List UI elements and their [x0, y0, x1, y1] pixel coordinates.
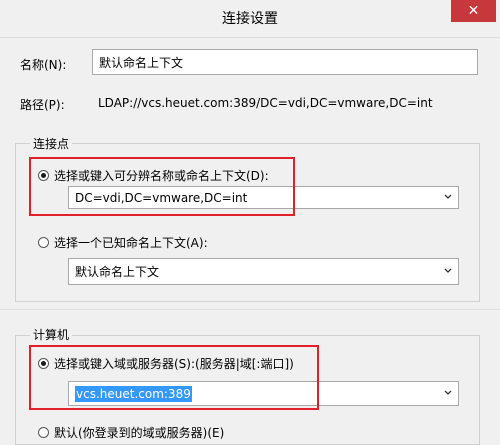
radio-known-label: 选择一个已知命名上下文(A): [54, 236, 208, 250]
known-combobox-value: 默认命名上下文 [75, 265, 160, 279]
computer-title: 计算机 [30, 326, 73, 343]
name-input-value: 默认命名上下文 [99, 55, 184, 70]
chevron-down-icon[interactable] [444, 192, 452, 200]
close-icon: ✕ [467, 3, 480, 19]
name-input[interactable]: 默认命名上下文 [92, 49, 478, 75]
radio-distinguished-label: 选择或键入可分辨名称或命名上下文(D): [54, 169, 269, 183]
connection-point-title: 连接点 [30, 135, 73, 152]
server-selected-text: vcs.heuet.com:389 [75, 385, 192, 402]
server-combobox[interactable]: vcs.heuet.com:389 [68, 381, 459, 406]
radio-checked-icon[interactable] [38, 358, 49, 369]
radio-domain-server[interactable]: 选择或键入域或服务器(S):(服务器|域[:端口]) [38, 355, 294, 372]
close-button[interactable]: ✕ [451, 0, 496, 22]
known-context-combobox[interactable]: 默认命名上下文 [68, 258, 459, 285]
radio-distinguished-name[interactable]: 选择或键入可分辨名称或命名上下文(D): [38, 167, 269, 184]
chevron-down-icon[interactable] [444, 388, 452, 396]
path-label: 路径(P): [20, 98, 65, 112]
server-combobox-value: vcs.heuet.com:389 [75, 382, 192, 405]
radio-unchecked-icon[interactable] [38, 237, 49, 248]
path-value: LDAP://vcs.heuet.com:389/DC=vdi,DC=vmwar… [98, 96, 433, 110]
radio-default-label: 默认(你登录到的域或服务器)(E) [54, 426, 225, 440]
radio-checked-icon[interactable] [38, 170, 49, 181]
dn-combobox-value: DC=vdi,DC=vmware,DC=int [75, 190, 248, 205]
radio-unchecked-icon[interactable] [38, 427, 49, 438]
name-label: 名称(N): [20, 58, 67, 72]
window-title: 连接设置 [222, 11, 278, 27]
chevron-down-icon[interactable] [444, 266, 452, 274]
dn-combobox[interactable]: DC=vdi,DC=vmware,DC=int [68, 186, 459, 209]
divider [0, 309, 500, 310]
radio-known-context[interactable]: 选择一个已知命名上下文(A): [38, 234, 208, 251]
radio-default-server[interactable]: 默认(你登录到的域或服务器)(E) [38, 424, 224, 441]
title-bar: 连接设置 ✕ [0, 0, 500, 38]
radio-domain-label: 选择或键入域或服务器(S):(服务器|域[:端口]) [54, 357, 294, 371]
